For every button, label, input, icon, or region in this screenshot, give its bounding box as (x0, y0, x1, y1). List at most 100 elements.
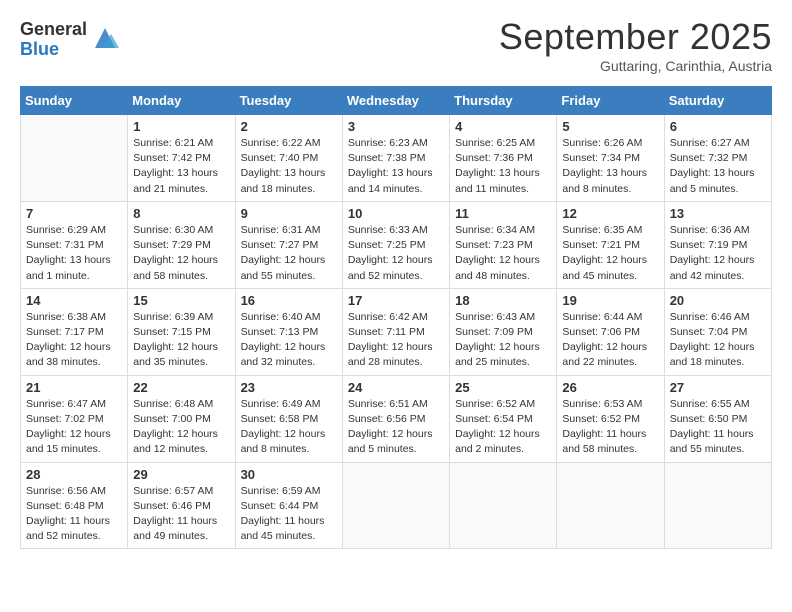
day-info: Sunrise: 6:36 AM Sunset: 7:19 PM Dayligh… (670, 223, 766, 284)
table-row (450, 462, 557, 549)
table-row: 7 Sunrise: 6:29 AM Sunset: 7:31 PM Daylig… (21, 201, 128, 288)
weekday-header-row: Sunday Monday Tuesday Wednesday Thursday… (21, 87, 772, 115)
day-number: 16 (241, 293, 337, 308)
day-number: 2 (241, 119, 337, 134)
day-number: 13 (670, 206, 766, 221)
day-number: 27 (670, 380, 766, 395)
day-number: 9 (241, 206, 337, 221)
day-info: Sunrise: 6:48 AM Sunset: 7:00 PM Dayligh… (133, 397, 229, 458)
table-row: 13 Sunrise: 6:36 AM Sunset: 7:19 PM Dayli… (664, 201, 771, 288)
day-info: Sunrise: 6:53 AM Sunset: 6:52 PM Dayligh… (562, 397, 658, 458)
header-monday: Monday (128, 87, 235, 115)
day-info: Sunrise: 6:38 AM Sunset: 7:17 PM Dayligh… (26, 310, 122, 371)
day-info: Sunrise: 6:35 AM Sunset: 7:21 PM Dayligh… (562, 223, 658, 284)
logo-icon (91, 24, 119, 52)
day-number: 4 (455, 119, 551, 134)
header-thursday: Thursday (450, 87, 557, 115)
location-subtitle: Guttaring, Carinthia, Austria (499, 58, 772, 74)
day-number: 25 (455, 380, 551, 395)
table-row: 14 Sunrise: 6:38 AM Sunset: 7:17 PM Dayli… (21, 288, 128, 375)
logo-general-text: General (20, 20, 87, 40)
day-info: Sunrise: 6:21 AM Sunset: 7:42 PM Dayligh… (133, 136, 229, 197)
table-row (21, 115, 128, 202)
day-number: 15 (133, 293, 229, 308)
day-number: 8 (133, 206, 229, 221)
calendar-week-row: 28 Sunrise: 6:56 AM Sunset: 6:48 PM Dayli… (21, 462, 772, 549)
day-number: 12 (562, 206, 658, 221)
day-number: 19 (562, 293, 658, 308)
table-row: 21 Sunrise: 6:47 AM Sunset: 7:02 PM Dayli… (21, 375, 128, 462)
day-info: Sunrise: 6:56 AM Sunset: 6:48 PM Dayligh… (26, 484, 122, 545)
day-info: Sunrise: 6:34 AM Sunset: 7:23 PM Dayligh… (455, 223, 551, 284)
day-number: 1 (133, 119, 229, 134)
table-row: 12 Sunrise: 6:35 AM Sunset: 7:21 PM Dayli… (557, 201, 664, 288)
logo-blue-text: Blue (20, 40, 87, 60)
day-number: 22 (133, 380, 229, 395)
day-info: Sunrise: 6:57 AM Sunset: 6:46 PM Dayligh… (133, 484, 229, 545)
day-info: Sunrise: 6:49 AM Sunset: 6:58 PM Dayligh… (241, 397, 337, 458)
day-number: 20 (670, 293, 766, 308)
table-row: 29 Sunrise: 6:57 AM Sunset: 6:46 PM Dayli… (128, 462, 235, 549)
day-info: Sunrise: 6:47 AM Sunset: 7:02 PM Dayligh… (26, 397, 122, 458)
day-info: Sunrise: 6:39 AM Sunset: 7:15 PM Dayligh… (133, 310, 229, 371)
table-row: 3 Sunrise: 6:23 AM Sunset: 7:38 PM Daylig… (342, 115, 449, 202)
day-number: 17 (348, 293, 444, 308)
table-row: 16Sunrise: 6:40 AM Sunset: 7:13 PM Dayli… (235, 288, 342, 375)
day-number: 28 (26, 467, 122, 482)
header-wednesday: Wednesday (342, 87, 449, 115)
day-number: 24 (348, 380, 444, 395)
day-info: Sunrise: 6:27 AM Sunset: 7:32 PM Dayligh… (670, 136, 766, 197)
day-number: 29 (133, 467, 229, 482)
calendar-week-row: 14 Sunrise: 6:38 AM Sunset: 7:17 PM Dayli… (21, 288, 772, 375)
day-info: Sunrise: 6:33 AM Sunset: 7:25 PM Dayligh… (348, 223, 444, 284)
day-number: 23 (241, 380, 337, 395)
calendar-table: Sunday Monday Tuesday Wednesday Thursday… (20, 86, 772, 549)
table-row: 8 Sunrise: 6:30 AM Sunset: 7:29 PM Daylig… (128, 201, 235, 288)
table-row: 18 Sunrise: 6:43 AM Sunset: 7:09 PM Dayli… (450, 288, 557, 375)
table-row: 1 Sunrise: 6:21 AM Sunset: 7:42 PM Daylig… (128, 115, 235, 202)
table-row: 4Sunrise: 6:25 AM Sunset: 7:36 PM Daylig… (450, 115, 557, 202)
table-row: 6 Sunrise: 6:27 AM Sunset: 7:32 PM Daylig… (664, 115, 771, 202)
calendar-week-row: 7 Sunrise: 6:29 AM Sunset: 7:31 PM Daylig… (21, 201, 772, 288)
table-row: 27 Sunrise: 6:55 AM Sunset: 6:50 PM Dayli… (664, 375, 771, 462)
page-header: General Blue September 2025 Guttaring, C… (20, 16, 772, 74)
day-info: Sunrise: 6:30 AM Sunset: 7:29 PM Dayligh… (133, 223, 229, 284)
table-row: 19 Sunrise: 6:44 AM Sunset: 7:06 PM Dayli… (557, 288, 664, 375)
day-number: 11 (455, 206, 551, 221)
day-info: Sunrise: 6:44 AM Sunset: 7:06 PM Dayligh… (562, 310, 658, 371)
day-info: Sunrise: 6:51 AM Sunset: 6:56 PM Dayligh… (348, 397, 444, 458)
day-number: 5 (562, 119, 658, 134)
day-info: Sunrise: 6:22 AM Sunset: 7:40 PM Dayligh… (241, 136, 337, 197)
header-tuesday: Tuesday (235, 87, 342, 115)
day-info: Sunrise: 6:55 AM Sunset: 6:50 PM Dayligh… (670, 397, 766, 458)
day-number: 7 (26, 206, 122, 221)
table-row: 11 Sunrise: 6:34 AM Sunset: 7:23 PM Dayli… (450, 201, 557, 288)
table-row: 26 Sunrise: 6:53 AM Sunset: 6:52 PM Dayli… (557, 375, 664, 462)
table-row: 9 Sunrise: 6:31 AM Sunset: 7:27 PM Daylig… (235, 201, 342, 288)
day-info: Sunrise: 6:59 AM Sunset: 6:44 PM Dayligh… (241, 484, 337, 545)
table-row (557, 462, 664, 549)
day-number: 10 (348, 206, 444, 221)
day-info: Sunrise: 6:31 AM Sunset: 7:27 PM Dayligh… (241, 223, 337, 284)
day-info: Sunrise: 6:29 AM Sunset: 7:31 PM Dayligh… (26, 223, 122, 284)
day-info: Sunrise: 6:42 AM Sunset: 7:11 PM Dayligh… (348, 310, 444, 371)
day-number: 21 (26, 380, 122, 395)
table-row: 23 Sunrise: 6:49 AM Sunset: 6:58 PM Dayli… (235, 375, 342, 462)
header-sunday: Sunday (21, 87, 128, 115)
header-friday: Friday (557, 87, 664, 115)
day-number: 18 (455, 293, 551, 308)
day-info: Sunrise: 6:43 AM Sunset: 7:09 PM Dayligh… (455, 310, 551, 371)
day-info: Sunrise: 6:46 AM Sunset: 7:04 PM Dayligh… (670, 310, 766, 371)
day-number: 30 (241, 467, 337, 482)
day-info: Sunrise: 6:52 AM Sunset: 6:54 PM Dayligh… (455, 397, 551, 458)
day-number: 26 (562, 380, 658, 395)
table-row: 24 Sunrise: 6:51 AM Sunset: 6:56 PM Dayli… (342, 375, 449, 462)
table-row: 10 Sunrise: 6:33 AM Sunset: 7:25 PM Dayli… (342, 201, 449, 288)
day-number: 3 (348, 119, 444, 134)
day-number: 14 (26, 293, 122, 308)
calendar-week-row: 21 Sunrise: 6:47 AM Sunset: 7:02 PM Dayli… (21, 375, 772, 462)
table-row: 17 Sunrise: 6:42 AM Sunset: 7:11 PM Dayli… (342, 288, 449, 375)
day-number: 6 (670, 119, 766, 134)
day-info: Sunrise: 6:23 AM Sunset: 7:38 PM Dayligh… (348, 136, 444, 197)
table-row: 2 Sunrise: 6:22 AM Sunset: 7:40 PM Daylig… (235, 115, 342, 202)
